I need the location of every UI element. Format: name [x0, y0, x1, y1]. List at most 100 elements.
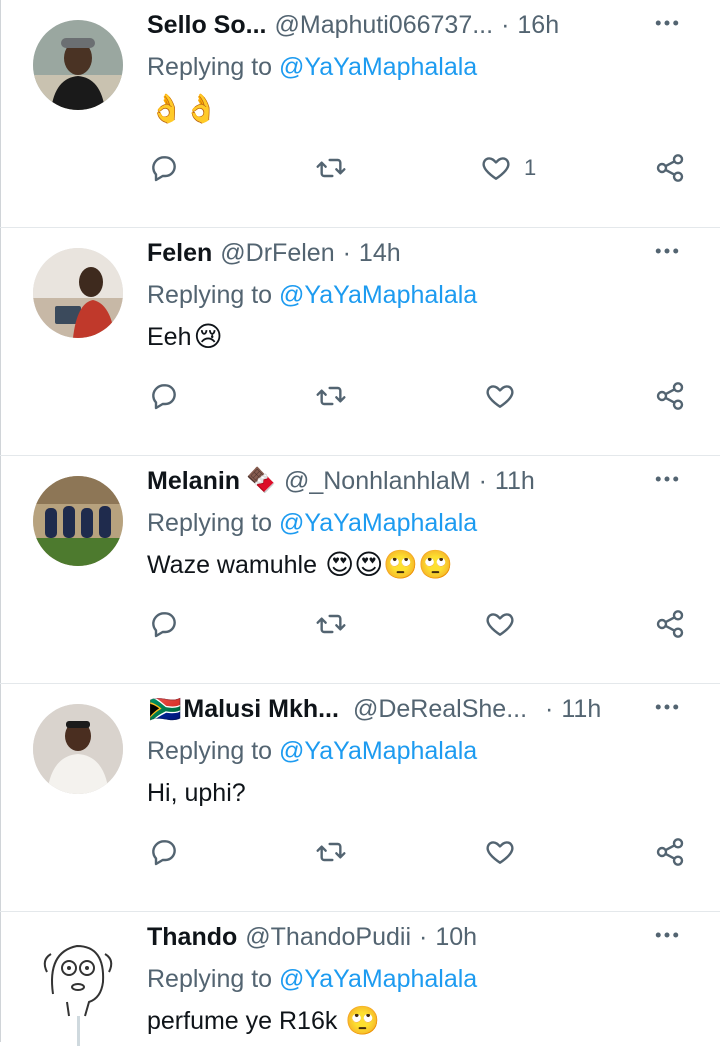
tweet-emojis: 😍😍🙄🙄	[324, 549, 454, 580]
like-button[interactable]: 1	[480, 146, 536, 190]
replying-to-label: Replying to	[147, 737, 273, 765]
reply-icon	[152, 384, 176, 410]
reply-button[interactable]	[148, 374, 180, 418]
replying-to-line: Replying to @YaYaMaphalala	[147, 506, 477, 540]
tweet-header: Sello So... @Maphuti066737... · 16h	[147, 8, 640, 42]
more-options-button[interactable]	[650, 462, 684, 496]
display-name[interactable]: Sello So...	[147, 8, 266, 42]
reply-button[interactable]	[148, 146, 180, 190]
reply-tweet[interactable]: Sello So... @Maphuti066737... · 16h Repl…	[0, 0, 720, 228]
tweet-text-content: perfume ye R16k	[147, 1007, 338, 1035]
share-icon	[656, 154, 684, 182]
heart-icon	[486, 841, 514, 864]
chocolate-emoji: 🍫	[246, 467, 276, 494]
more-dots-icon	[655, 20, 679, 26]
mention-link[interactable]: @YaYaMaphalala	[279, 53, 477, 81]
more-dots-icon	[655, 704, 679, 710]
share-button[interactable]	[654, 146, 686, 190]
mention-link[interactable]: @YaYaMaphalala	[279, 965, 477, 993]
reply-icon	[152, 156, 176, 182]
timestamp[interactable]: 14h	[359, 236, 401, 270]
display-name[interactable]: Malusi Mkh...	[183, 692, 339, 726]
south-africa-flag: 🇿🇦	[149, 694, 182, 724]
heart-icon	[486, 613, 514, 636]
user-handle[interactable]: @DrFelen	[220, 236, 334, 270]
mention-link[interactable]: @YaYaMaphalala	[279, 737, 477, 765]
retweet-icon	[316, 842, 346, 862]
tweet-emojis: 🙄	[345, 1005, 381, 1036]
mention-link[interactable]: @YaYaMaphalala	[279, 281, 477, 309]
timestamp[interactable]: 11h	[495, 464, 535, 498]
avatar[interactable]	[33, 704, 123, 794]
timestamp[interactable]: 16h	[517, 8, 559, 42]
person-avatar-icon	[33, 20, 123, 110]
tweet-text: perfume ye R16k 🙄	[147, 1004, 380, 1038]
timestamp[interactable]: 10h	[435, 920, 477, 954]
display-name[interactable]: Felen	[147, 236, 212, 270]
user-handle[interactable]: @ThandoPudii	[245, 920, 411, 954]
group-photo-avatar-icon	[33, 476, 123, 566]
like-button[interactable]	[484, 374, 528, 418]
tweet-actions: 1	[0, 146, 720, 190]
reply-button[interactable]	[148, 830, 180, 874]
display-name[interactable]: Thando	[147, 920, 237, 954]
more-options-button[interactable]	[650, 6, 684, 40]
reply-icon	[152, 840, 176, 866]
tweet-emojis: 😢	[193, 321, 223, 352]
tweet-actions	[0, 374, 720, 418]
tweet-header: Thando @ThandoPudii · 10h	[147, 920, 640, 954]
more-dots-icon	[655, 932, 679, 938]
share-button[interactable]	[654, 602, 686, 646]
retweet-button[interactable]	[315, 374, 347, 418]
more-options-button[interactable]	[650, 918, 684, 952]
share-button[interactable]	[654, 374, 686, 418]
tweet-text: Waze wamuhle 😍😍🙄🙄	[147, 548, 453, 582]
like-button[interactable]	[484, 602, 528, 646]
mention-link[interactable]: @YaYaMaphalala	[279, 509, 477, 537]
tweet-text: Hi, uphi?	[147, 776, 246, 810]
replying-to-label: Replying to	[147, 53, 273, 81]
heart-icon	[486, 385, 514, 408]
avatar[interactable]	[33, 932, 123, 1022]
reply-button[interactable]	[148, 602, 180, 646]
reply-tweet[interactable]: Thando @ThandoPudii · 10h Replying to @Y…	[0, 912, 720, 1042]
tweet-emojis: 👌👌	[149, 93, 219, 124]
share-icon	[656, 610, 684, 638]
separator: ·	[478, 467, 487, 495]
display-name[interactable]: Melanin	[147, 464, 240, 498]
reply-tweet[interactable]: Melanin 🍫 @_NonhlanhlaM · 11h Replying t…	[0, 456, 720, 684]
more-dots-icon	[655, 248, 679, 254]
person-avatar-icon	[33, 704, 123, 794]
tweet-header: Felen @DrFelen · 14h	[147, 236, 640, 270]
heart-icon	[482, 157, 510, 180]
user-handle[interactable]: @DeRealShe...	[353, 692, 527, 726]
avatar[interactable]	[33, 20, 123, 110]
timestamp[interactable]: 11h	[561, 692, 601, 726]
avatar[interactable]	[33, 476, 123, 566]
tweet-actions	[0, 830, 720, 874]
share-button[interactable]	[654, 830, 686, 874]
person-avatar-icon	[33, 248, 123, 338]
retweet-button[interactable]	[315, 146, 347, 190]
more-options-button[interactable]	[650, 690, 684, 724]
tweet-actions	[0, 602, 720, 646]
avatar[interactable]	[33, 248, 123, 338]
replying-to-line: Replying to @YaYaMaphalala	[147, 962, 477, 996]
share-icon	[656, 838, 684, 866]
user-handle[interactable]: @_NonhlanhlaM	[284, 464, 471, 498]
tweet-text-content: Waze wamuhle	[147, 551, 317, 579]
reply-tweet[interactable]: Felen @DrFelen · 14h Replying to @YaYaMa…	[0, 228, 720, 456]
more-options-button[interactable]	[650, 234, 684, 268]
retweet-button[interactable]	[315, 602, 347, 646]
reply-tweet[interactable]: 🇿🇦 Malusi Mkh... @DeRealShe... · 11h Rep…	[0, 684, 720, 912]
retweet-button[interactable]	[315, 830, 347, 874]
separator: ·	[545, 695, 554, 723]
cartoon-face-avatar-icon	[33, 932, 123, 1022]
user-handle[interactable]: @Maphuti066737...	[274, 8, 493, 42]
retweet-icon	[316, 386, 346, 406]
separator: ·	[342, 239, 351, 267]
replying-to-line: Replying to @YaYaMaphalala	[147, 278, 477, 312]
separator: ·	[501, 11, 510, 39]
like-button[interactable]	[484, 830, 528, 874]
tweet-header: 🇿🇦 Malusi Mkh... @DeRealShe... · 11h	[147, 692, 640, 726]
